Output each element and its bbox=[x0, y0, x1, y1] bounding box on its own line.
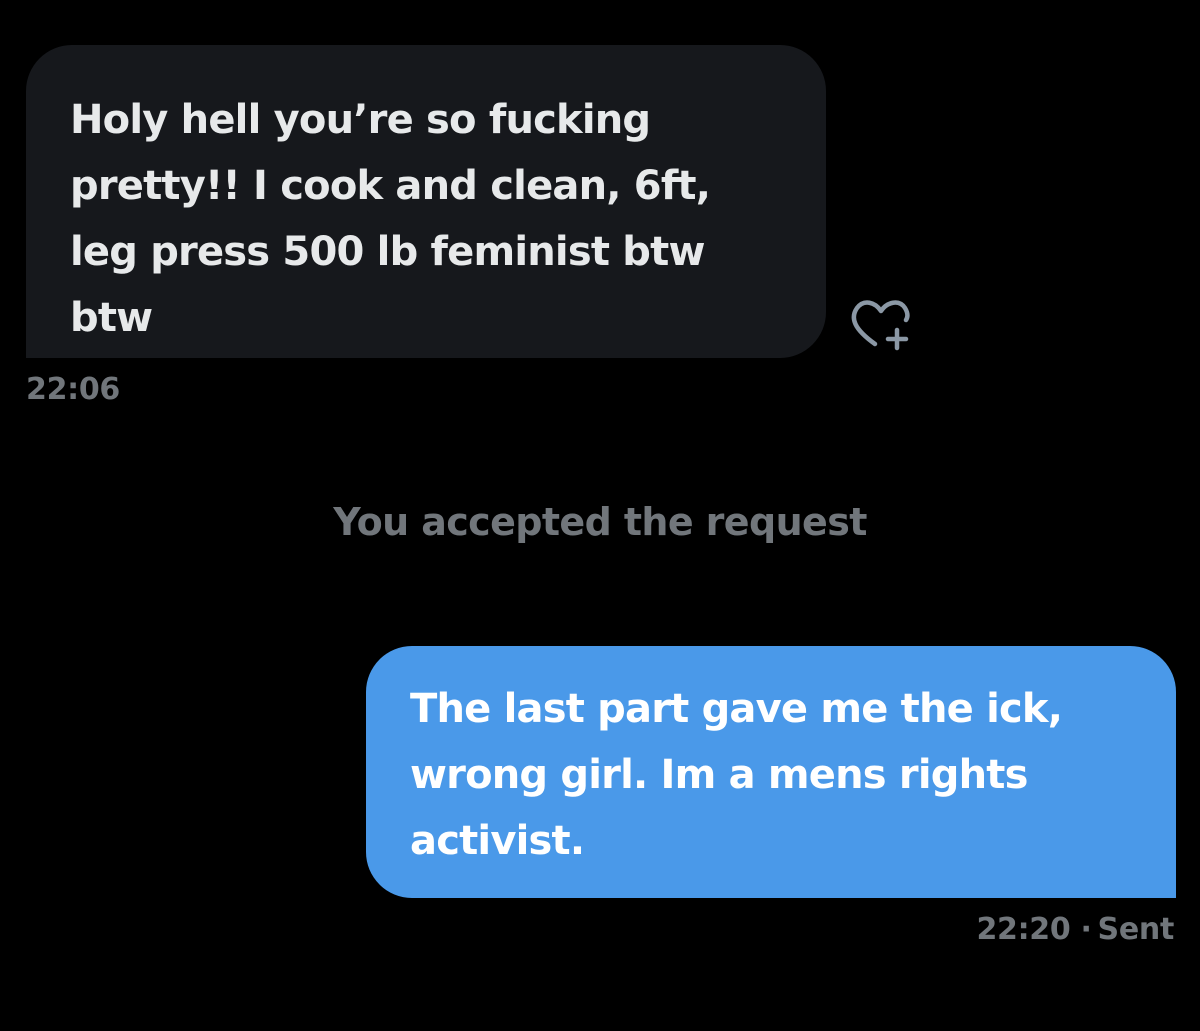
heart-plus-icon[interactable] bbox=[848, 296, 914, 356]
received-message-time: 22:06 bbox=[26, 372, 120, 407]
sent-status: Sent bbox=[1097, 912, 1175, 947]
sent-message-bubble[interactable]: The last part gave me the ick, wrong gir… bbox=[366, 646, 1176, 898]
meta-separator: · bbox=[1080, 912, 1092, 947]
sent-message-time: 22:20 bbox=[976, 912, 1071, 947]
received-message-bubble[interactable]: Holy hell you’re so fucking pretty!! I c… bbox=[26, 45, 826, 358]
sent-message-meta: 22:20 · Sent bbox=[976, 912, 1174, 947]
request-accepted-notice: You accepted the request bbox=[333, 500, 867, 544]
